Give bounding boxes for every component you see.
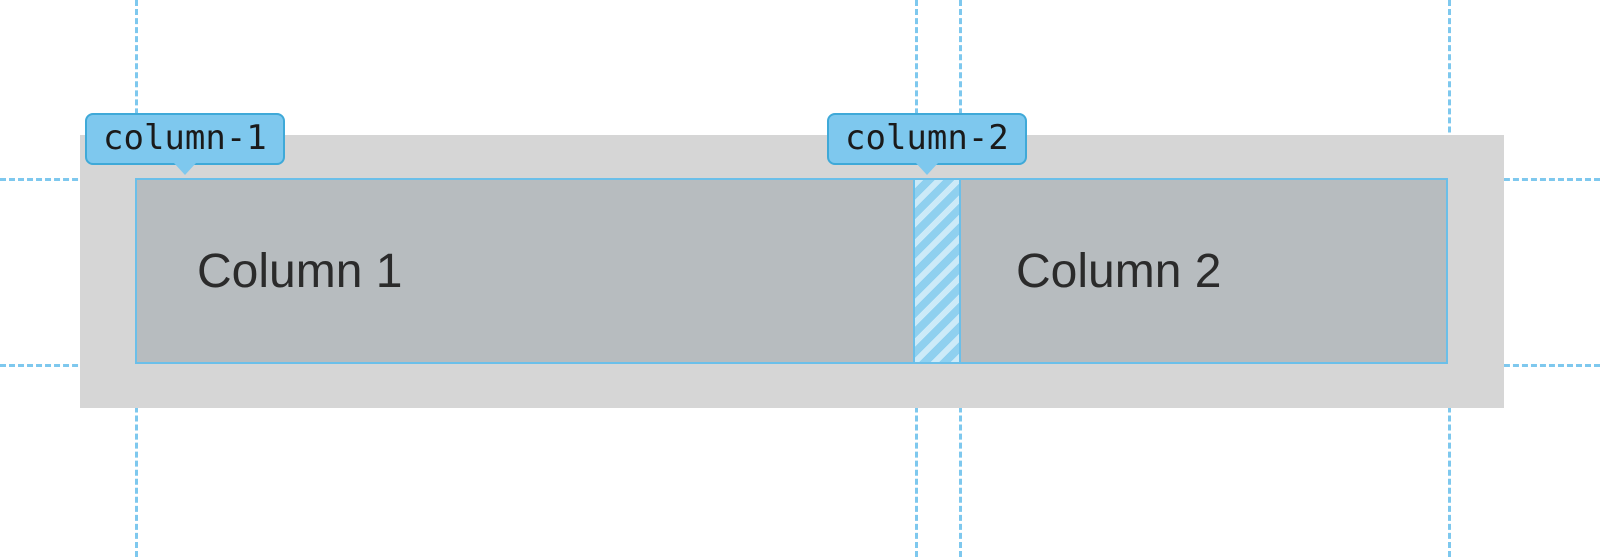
column-2-label: Column 2	[1016, 244, 1221, 299]
grid-line-badge-column-2: column-2	[827, 113, 1027, 165]
column-1-label: Column 1	[197, 244, 402, 299]
column-gap-icon	[915, 178, 959, 364]
column-1: Column 1	[135, 178, 915, 364]
grid-line-token: column-1	[103, 118, 267, 158]
column-2: Column 2	[959, 178, 1448, 364]
grid-line-badge-column-1: column-1	[85, 113, 285, 165]
grid-line-token: column-2	[845, 118, 1009, 158]
grid-row: Column 1 Column 2	[135, 178, 1448, 364]
